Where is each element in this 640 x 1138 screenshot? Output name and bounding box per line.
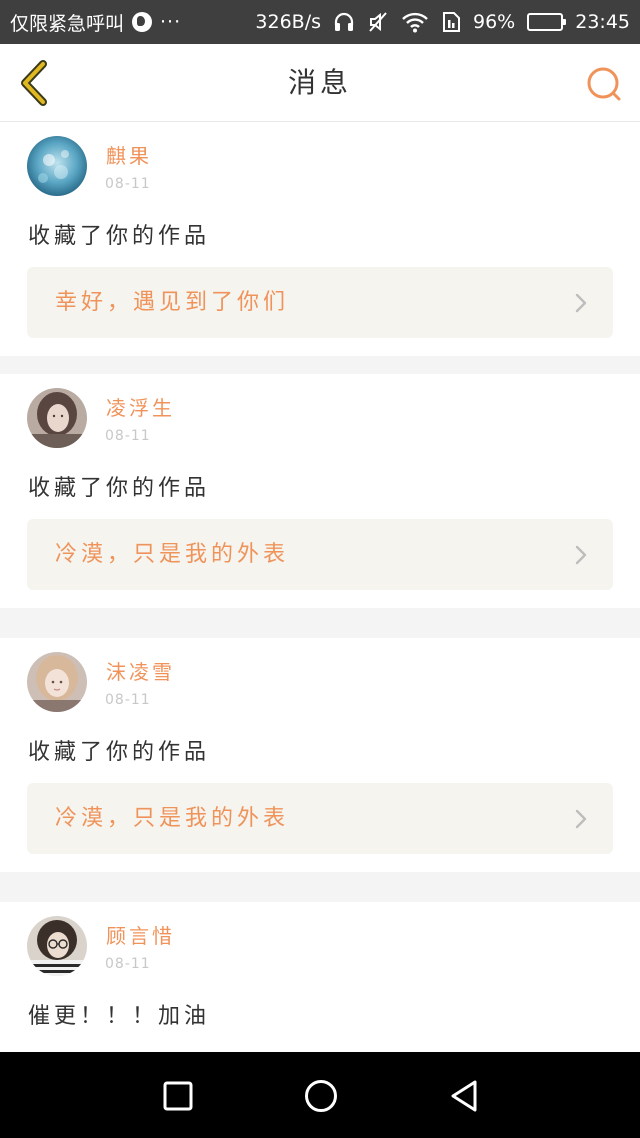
message-text: 催更！！！加油 <box>28 1004 211 1029</box>
message-text: 收藏了你的作品 <box>28 476 211 501</box>
work-link[interactable]: 幸好，遇见到了你们 <box>27 267 613 338</box>
page-title: 消息 <box>287 66 352 99</box>
user-name[interactable]: 凌浮生 <box>106 392 175 421</box>
chevron-right-icon <box>575 293 587 313</box>
work-link[interactable]: 冷漠，只是我的外表 <box>27 519 613 590</box>
message-date: 08-11 <box>105 692 151 708</box>
system-back-button[interactable] <box>440 1072 488 1120</box>
battery-icon <box>527 13 567 31</box>
girl-portrait-avatar-icon <box>27 388 87 448</box>
home-button[interactable] <box>297 1072 345 1120</box>
battery-percent-text: 96% <box>473 11 516 33</box>
chevron-right-icon <box>575 545 587 565</box>
net-speed-text: 326B/s <box>255 11 321 33</box>
recent-apps-button[interactable] <box>154 1072 202 1120</box>
message-date: 08-11 <box>105 428 151 444</box>
headphones-icon <box>333 11 355 33</box>
work-title: 冷漠，只是我的外表 <box>55 542 290 567</box>
user-name[interactable]: 顾言惜 <box>106 920 175 949</box>
clock-text: 23:45 <box>575 11 630 33</box>
square-icon <box>163 1081 193 1111</box>
avatar[interactable] <box>27 916 87 976</box>
message-card: 麒果 08-11 收藏了你的作品 幸好，遇见到了你们 <box>0 122 640 356</box>
blonde-girl-avatar-icon <box>27 652 87 712</box>
message-text: 收藏了你的作品 <box>28 740 211 765</box>
search-icon <box>587 67 621 101</box>
message-card: 沫凌雪 08-11 收藏了你的作品 冷漠，只是我的外表 <box>0 638 640 872</box>
header: 消息 <box>0 44 640 122</box>
globe-icon <box>132 12 153 32</box>
more-notifications-text: ··· <box>160 11 182 33</box>
sim-card-icon <box>441 11 461 33</box>
mute-icon <box>367 11 389 33</box>
avatar[interactable] <box>27 388 87 448</box>
system-nav-bar <box>0 1052 640 1138</box>
chevron-right-icon <box>575 809 587 829</box>
avatar[interactable] <box>27 136 87 196</box>
work-title: 幸好，遇见到了你们 <box>55 290 290 315</box>
message-card: 凌浮生 08-11 收藏了你的作品 冷漠，只是我的外表 <box>0 374 640 608</box>
circle-icon <box>305 1080 337 1112</box>
carrier-text: 仅限紧急呼叫 <box>10 12 125 35</box>
glasses-girl-avatar-icon <box>27 916 87 976</box>
blue-bokeh-avatar-icon <box>27 136 87 196</box>
user-name[interactable]: 沫凌雪 <box>106 656 175 685</box>
work-link[interactable]: 冷漠，只是我的外表 <box>27 783 613 854</box>
message-date: 08-11 <box>105 176 151 192</box>
message-list[interactable]: 麒果 08-11 收藏了你的作品 幸好，遇见到了你们 凌浮生 08-11 收藏了… <box>0 122 640 1052</box>
triangle-back-icon <box>451 1080 477 1112</box>
avatar[interactable] <box>27 652 87 712</box>
work-title: 冷漠，只是我的外表 <box>55 806 290 831</box>
message-text: 收藏了你的作品 <box>28 224 211 249</box>
search-button[interactable] <box>582 62 626 106</box>
user-name[interactable]: 麒果 <box>106 140 152 169</box>
message-date: 08-11 <box>105 956 151 972</box>
wifi-icon <box>401 11 429 33</box>
status-bar: 仅限紧急呼叫 ··· 326B/s 96% 23:45 <box>0 0 640 44</box>
message-card: 顾言惜 08-11 催更！！！加油 <box>0 902 640 1052</box>
